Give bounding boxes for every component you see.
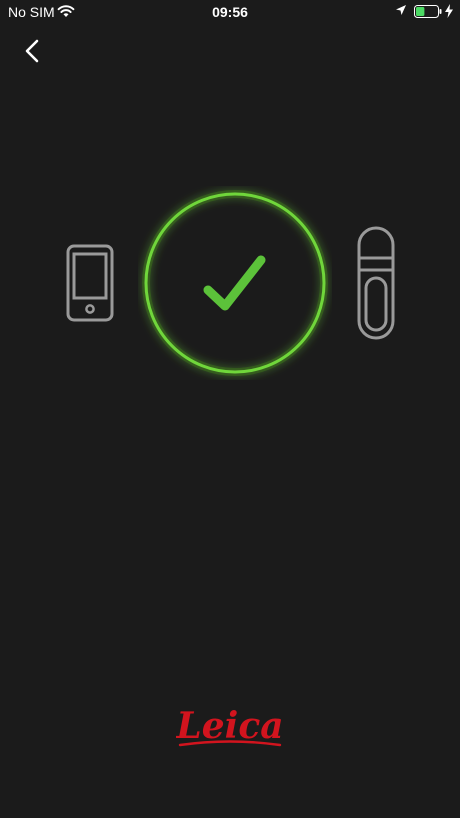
status-time: 09:56: [212, 4, 248, 20]
connection-status-indicator: [142, 190, 328, 376]
charging-bolt-icon: [445, 4, 453, 18]
battery-icon: [414, 5, 442, 18]
back-button[interactable]: [18, 36, 50, 66]
laser-meter-icon: [357, 226, 395, 340]
leica-logo: Leica: [175, 696, 284, 759]
status-bar: No SIM 09:56: [0, 0, 460, 24]
chevron-left-icon: [25, 39, 39, 63]
checkmark-icon: [203, 255, 266, 311]
smartphone-icon: [66, 244, 114, 322]
location-arrow-icon: [396, 5, 406, 15]
